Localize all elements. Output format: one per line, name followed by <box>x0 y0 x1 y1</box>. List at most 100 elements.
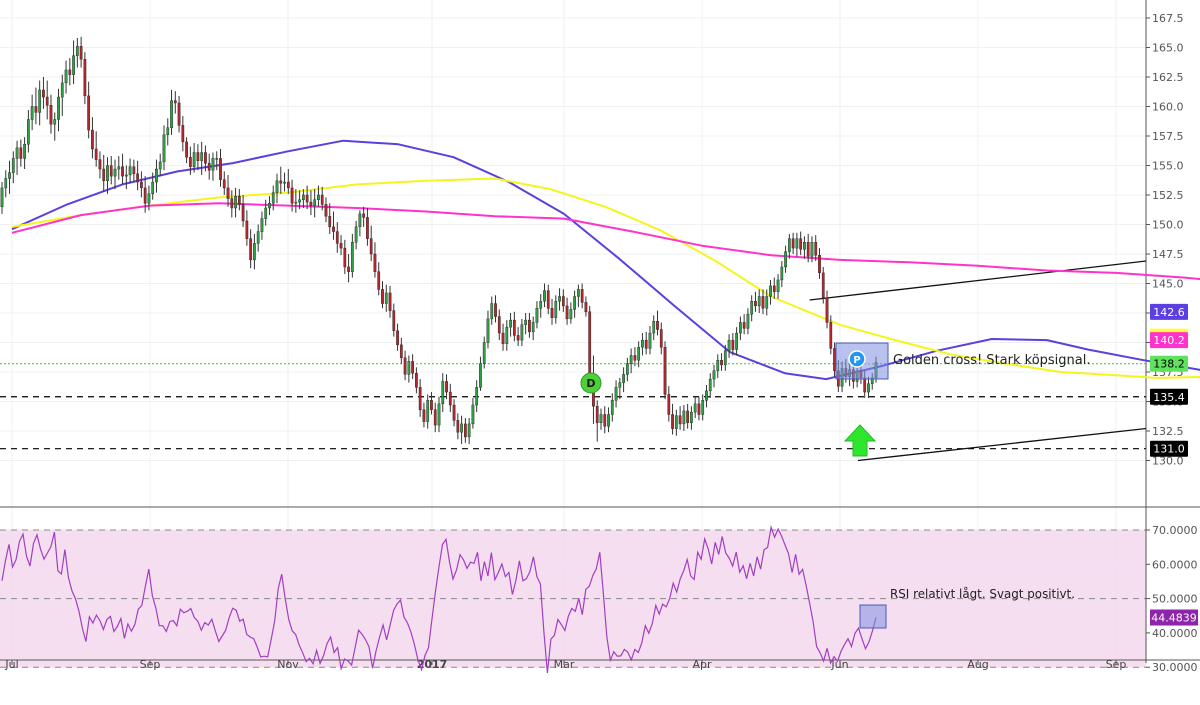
candle-body <box>237 195 241 205</box>
candle-body <box>384 292 388 304</box>
price-tick-label: 160.0 <box>1152 101 1184 114</box>
candle-body <box>0 187 4 207</box>
price-tick-label: 152.5 <box>1152 189 1184 202</box>
candle-body <box>188 157 192 167</box>
candle-body <box>618 382 622 388</box>
candle-body <box>11 158 15 173</box>
candle-body <box>415 372 418 388</box>
candle-body <box>577 289 580 297</box>
candle-body <box>693 403 697 413</box>
price-tick-label: 155.0 <box>1152 160 1184 173</box>
candle-body <box>230 198 234 209</box>
candle <box>588 305 592 383</box>
candle-body <box>784 251 787 268</box>
candle-body <box>791 238 795 249</box>
candle-body <box>479 363 482 388</box>
price-tick-label: 147.5 <box>1152 248 1184 261</box>
candle-body <box>207 162 211 171</box>
candle-body <box>109 165 113 177</box>
candle-body <box>34 106 38 113</box>
candle-body <box>546 290 550 309</box>
candle-body <box>810 241 814 257</box>
candle-body <box>117 166 121 170</box>
candle-body <box>799 238 803 250</box>
candle-body <box>580 289 584 303</box>
candle-body <box>196 152 200 161</box>
candle-body <box>170 100 173 128</box>
candle-body <box>505 326 509 344</box>
candle-body <box>302 194 305 200</box>
candle-body <box>490 303 494 320</box>
candle-body <box>294 201 298 204</box>
candle-body <box>512 319 516 336</box>
candle-body <box>674 415 678 429</box>
candle-body <box>430 400 433 410</box>
candle-body <box>151 181 155 195</box>
price-label-text: 131.0 <box>1153 443 1185 456</box>
candle-body <box>140 181 143 189</box>
candle-body <box>644 339 648 349</box>
candle-body <box>249 238 253 261</box>
candle-body <box>373 253 377 272</box>
candle-body <box>204 152 207 164</box>
candle-body <box>388 292 392 311</box>
candle-body <box>343 247 347 268</box>
candle-body <box>91 129 94 150</box>
candle-body <box>279 180 283 184</box>
candle-body <box>53 119 57 125</box>
candle-body <box>637 347 641 361</box>
candle-body <box>761 296 765 309</box>
candle-body <box>200 152 204 161</box>
candle-body <box>716 360 720 372</box>
candle-body <box>79 46 83 60</box>
candle-body <box>573 296 576 310</box>
rsi-tick-label: 60.0000 <box>1152 558 1198 571</box>
candle-body <box>320 194 324 205</box>
candle-body <box>772 285 776 292</box>
candle-body <box>787 238 791 252</box>
candle-body <box>38 89 42 113</box>
candle-body <box>19 147 23 159</box>
candle-body <box>158 161 162 170</box>
candle-body <box>275 180 279 193</box>
time-tick-label: Jul <box>4 658 18 671</box>
candle-body <box>731 339 735 350</box>
price-label-text: 135.4 <box>1153 391 1185 404</box>
candle-body <box>448 391 452 406</box>
candle-body <box>83 59 87 97</box>
candle-body <box>648 332 652 349</box>
price-label-text: 140.2 <box>1153 334 1185 347</box>
candle-body <box>215 158 219 160</box>
candle-body <box>173 100 177 104</box>
candle-body <box>588 311 592 377</box>
candle-body <box>113 168 117 177</box>
candle-body <box>497 316 501 334</box>
candle-body <box>833 348 836 372</box>
golden-cross-note: Golden cross! Stark köpsignal. <box>893 353 1091 368</box>
candle-body <box>106 165 109 182</box>
candle-body <box>426 400 430 422</box>
candle-body <box>705 390 708 401</box>
chart-root: 167.5 165.0 162.5 160.0 157.5 155.0 152.5 150.0… <box>0 0 1200 701</box>
candle-body <box>746 313 750 329</box>
candle-body <box>701 400 705 415</box>
candle-body <box>814 241 818 256</box>
candle-body <box>433 409 437 426</box>
candle-body <box>335 231 339 244</box>
candle-body <box>697 403 701 415</box>
candle-body <box>452 404 456 421</box>
candle-body <box>347 266 350 272</box>
candle-body <box>166 127 170 136</box>
candle-body <box>727 339 731 351</box>
candle-body <box>392 310 396 331</box>
candle-body <box>509 319 512 328</box>
candle-body <box>94 148 98 160</box>
candle-body <box>4 178 8 189</box>
candle-body <box>328 216 332 228</box>
candle-body <box>369 238 373 255</box>
price-label-text: 142.6 <box>1153 306 1185 319</box>
time-tick-label: Sep <box>140 658 161 671</box>
rsi-note: RSI relativt lågt. Svagt positivt. <box>890 587 1075 601</box>
candle-body <box>309 201 313 206</box>
price-tick-label: 165.0 <box>1152 42 1184 55</box>
